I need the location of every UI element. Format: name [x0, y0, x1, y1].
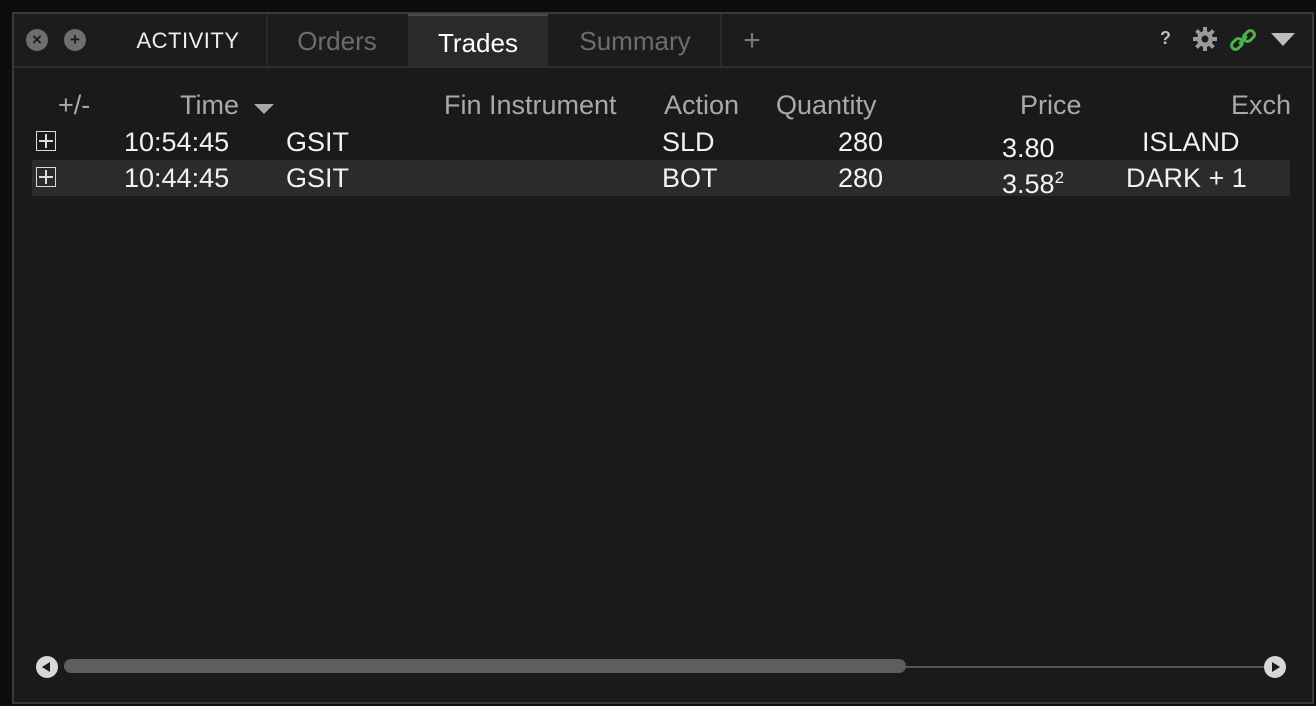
- close-window-button[interactable]: ×: [26, 29, 48, 51]
- scroll-thumb[interactable]: [64, 659, 906, 673]
- trade-price-value: 3.58: [1002, 169, 1055, 199]
- column-header-expand[interactable]: +/-: [58, 90, 90, 121]
- tab-orders[interactable]: Orders: [266, 14, 406, 66]
- tab-trades[interactable]: Trades: [408, 14, 548, 66]
- trade-quantity: 280: [838, 127, 884, 157]
- scroll-left-arrow-icon[interactable]: [36, 656, 58, 678]
- expand-row-plus-icon[interactable]: [36, 167, 56, 187]
- tab-bar: × + ACTIVITY Orders Trades Summary + ?: [14, 14, 1312, 68]
- trade-exchange: ISLAND: [1142, 127, 1240, 157]
- link-icon[interactable]: [1228, 25, 1258, 60]
- settings-gear-icon[interactable]: [1192, 26, 1218, 57]
- trades-window: × + ACTIVITY Orders Trades Summary + ? +…: [12, 12, 1314, 704]
- column-header-price[interactable]: Price: [1020, 90, 1082, 121]
- trade-time: 10:54:45: [124, 127, 230, 157]
- column-header-exch[interactable]: Exch: [1231, 90, 1291, 121]
- trade-price-value: 3.80: [1002, 133, 1055, 163]
- expand-window-button[interactable]: +: [64, 29, 86, 51]
- column-header-time-label: Time: [180, 90, 239, 120]
- trade-exchange: DARK + 1: [1126, 163, 1247, 193]
- trade-symbol: GSIT: [286, 163, 350, 193]
- trade-price-superscript: 2: [1054, 168, 1065, 187]
- column-header-quantity[interactable]: Quantity: [776, 90, 877, 121]
- trade-action: BOT: [662, 163, 718, 193]
- sort-descending-icon: [253, 91, 275, 122]
- trade-symbol: GSIT: [286, 127, 350, 157]
- table-row[interactable]: 10:44:45 GSIT BOT 280 3.582 DARK + 1: [32, 160, 1290, 199]
- trade-quantity: 280: [838, 163, 884, 193]
- column-header-action[interactable]: Action: [664, 90, 739, 121]
- horizontal-scrollbar[interactable]: [34, 654, 1294, 682]
- expand-row-plus-icon[interactable]: [36, 131, 56, 151]
- scroll-right-arrow-icon[interactable]: [1264, 656, 1286, 678]
- trade-time: 10:44:45: [124, 163, 230, 193]
- column-header-fin-instrument[interactable]: Fin Instrument: [444, 90, 617, 121]
- column-header-time[interactable]: Time: [180, 90, 275, 122]
- trade-action: SLD: [662, 127, 715, 157]
- add-tab-button[interactable]: +: [734, 14, 770, 66]
- tab-activity[interactable]: ACTIVITY: [112, 14, 264, 66]
- trade-price: 3.582: [1002, 160, 1064, 202]
- window-menu-chevron-down-icon[interactable]: [1270, 32, 1296, 53]
- table-row[interactable]: 10:54:45 GSIT SLD 280 3.80 ISLAND: [32, 124, 1290, 163]
- help-button[interactable]: ?: [1160, 28, 1171, 49]
- tab-summary[interactable]: Summary: [550, 14, 722, 66]
